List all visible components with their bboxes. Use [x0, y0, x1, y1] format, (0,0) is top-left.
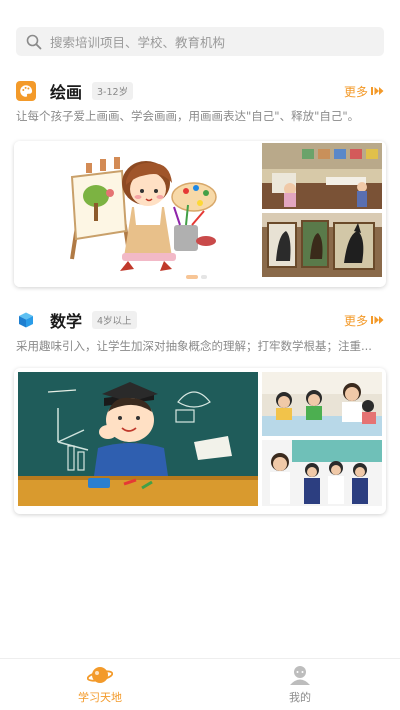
carousel-dot: [201, 275, 207, 279]
more-link-painting[interactable]: 更多: [344, 83, 384, 100]
students-photo: [262, 440, 382, 506]
tab-study[interactable]: 学习天地: [0, 659, 200, 710]
palette-icon: [16, 81, 36, 101]
age-badge: 3-12岁: [92, 82, 134, 100]
tab-label: 我的: [289, 691, 311, 704]
math-illustration: [18, 372, 258, 506]
section-title: 数学: [50, 312, 83, 331]
cube-icon: [16, 310, 36, 330]
section-description: 让每个孩子爱上画画、学会画画，用画画表达"自己"、释放"自己"。: [16, 109, 360, 123]
classroom-photo: [262, 372, 382, 436]
age-badge: 4岁以上: [92, 311, 137, 329]
search-bar[interactable]: 搜索培训项目、学校、教育机构: [16, 27, 384, 56]
section-header-math: 数学 4岁以上 更多: [16, 309, 384, 331]
math-card[interactable]: [14, 368, 386, 514]
user-icon: [290, 666, 310, 685]
more-label: 更多: [343, 84, 368, 99]
gallery-photo: [262, 213, 382, 277]
bottom-tab-bar: 学习天地 我的: [0, 658, 400, 710]
section-title: 绘画: [50, 83, 83, 102]
painting-illustration: [14, 141, 260, 287]
more-label: 更多: [343, 313, 368, 328]
section-header-painting: 绘画 3-12岁 更多: [16, 80, 384, 102]
painting-card[interactable]: [14, 141, 386, 287]
more-link-math[interactable]: 更多: [344, 312, 384, 329]
double-arrow-icon: [371, 87, 384, 95]
tab-label: 学习天地: [78, 691, 122, 704]
carousel-indicator: [186, 275, 207, 279]
search-icon: [26, 34, 42, 49]
double-arrow-icon: [371, 316, 384, 324]
classroom-photo: [262, 143, 382, 209]
carousel-dot-active: [186, 275, 198, 279]
search-input[interactable]: 搜索培训项目、学校、教育机构: [50, 32, 225, 51]
tab-profile[interactable]: 我的: [200, 659, 400, 710]
planet-icon: [87, 667, 113, 683]
section-description: 采用趣味引入，让学生加深对抽象概念的理解；打牢数学根基；注重...: [16, 339, 372, 353]
